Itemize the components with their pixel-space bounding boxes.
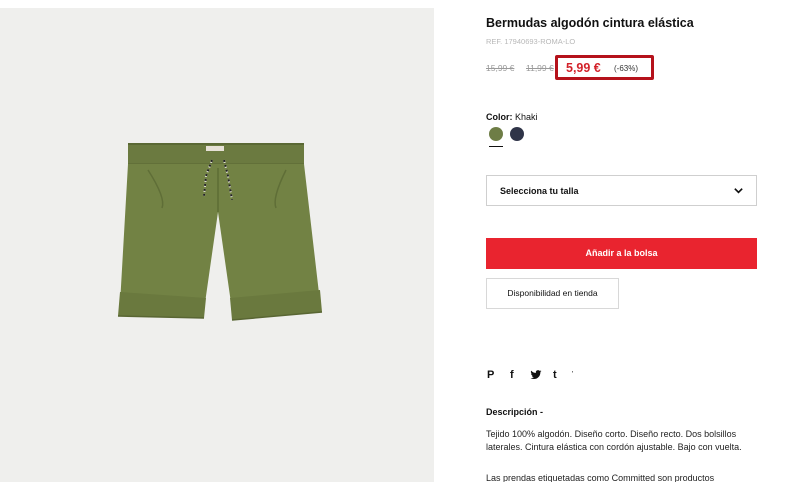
color-selected-value: Khaki bbox=[515, 112, 538, 122]
size-select[interactable]: Selecciona tu talla bbox=[486, 175, 757, 206]
khaki-shorts-image bbox=[117, 143, 323, 321]
facebook-icon[interactable]: f bbox=[510, 368, 514, 382]
product-image[interactable] bbox=[0, 8, 434, 482]
color-label-title: Color: bbox=[486, 112, 513, 122]
product-title: Bermudas algodón cintura elástica bbox=[486, 16, 694, 30]
more-icon[interactable]: ' bbox=[572, 368, 573, 382]
size-select-placeholder: Selecciona tu talla bbox=[500, 186, 579, 196]
tumblr-icon[interactable]: t bbox=[553, 368, 557, 382]
previous-price: 11,99 € bbox=[526, 63, 554, 73]
description-toggle[interactable]: Descripción - bbox=[486, 407, 543, 417]
original-price: 15,99 € bbox=[486, 63, 515, 73]
color-swatch-khaki[interactable] bbox=[489, 127, 503, 141]
description-text: Tejido 100% algodón. Diseño corto. Diseñ… bbox=[486, 429, 742, 452]
discount-badge: (-63%) bbox=[614, 64, 639, 73]
chevron-down-icon bbox=[734, 188, 743, 194]
color-swatch-navy[interactable] bbox=[510, 127, 524, 141]
selected-swatch-indicator bbox=[489, 146, 503, 147]
add-to-bag-button[interactable]: Añadir a la bolsa bbox=[486, 238, 757, 269]
description-text-more: Las prendas etiquetadas como Committed s… bbox=[486, 473, 715, 482]
share-icons: P f t ' bbox=[486, 368, 586, 382]
pinterest-icon[interactable]: P bbox=[487, 368, 494, 382]
sale-price-highlight: 5,99 € (-63%) bbox=[555, 55, 654, 80]
store-availability-button[interactable]: Disponibilidad en tienda bbox=[486, 278, 619, 309]
twitter-icon[interactable] bbox=[530, 369, 542, 381]
price-row: 15,99 € 11,99 € 5,99 € (-63%) bbox=[486, 55, 758, 80]
product-reference: REF. 17940693-ROMA-LO bbox=[486, 37, 576, 46]
color-label: Color: Khaki bbox=[486, 112, 538, 122]
sale-price: 5,99 € bbox=[566, 61, 601, 75]
